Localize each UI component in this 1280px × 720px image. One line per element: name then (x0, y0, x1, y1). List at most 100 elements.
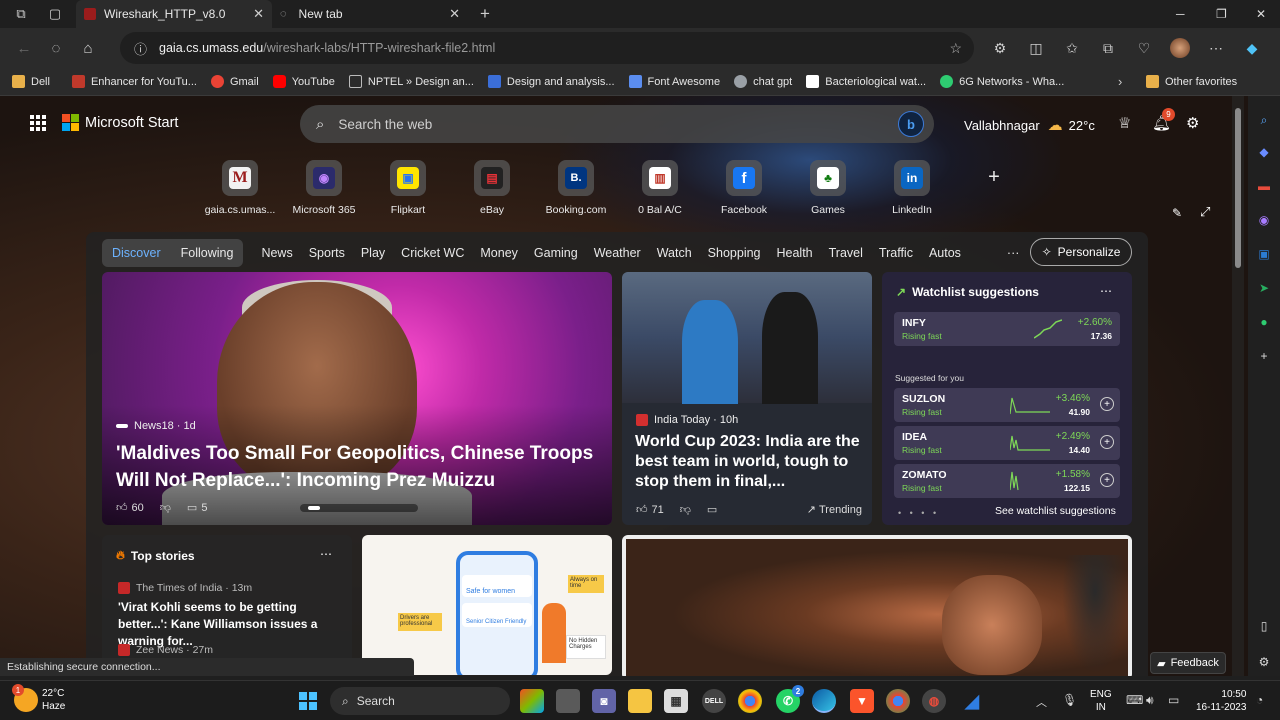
settings-gear-icon[interactable]: ⚙ (1186, 114, 1199, 132)
quicklink-linkedin[interactable]: in LinkedIn (872, 160, 952, 216)
add-stock-icon[interactable]: + (1100, 397, 1114, 411)
nav-traffic[interactable]: Traffic (879, 246, 913, 260)
volume-icon[interactable]: 🔊︎ (1146, 693, 1154, 708)
bookmark-chatgpt[interactable]: chat gpt (734, 75, 792, 88)
weather-taskbar-widget[interactable]: 1 22°C Haze (12, 684, 65, 713)
tab-new-tab[interactable]: ◌ New tab ✕ (272, 0, 468, 28)
task-view-icon[interactable] (556, 689, 580, 713)
comment-icon[interactable]: ▭ (187, 501, 197, 514)
like-icon[interactable]: 👍︎ (636, 503, 648, 516)
home-icon[interactable]: ⌂ (72, 32, 104, 64)
nav-money[interactable]: Money (480, 246, 518, 260)
outlook-icon[interactable]: ▣ (1254, 244, 1274, 264)
nav-cricket-wc[interactable]: Cricket WC (401, 246, 464, 260)
story-headline[interactable]: 'Virat Kohli seems to be getting better.… (118, 599, 344, 650)
bookmark-dell[interactable]: Dell (12, 75, 50, 88)
stop-loading-icon[interactable]: ◌ (40, 32, 72, 64)
chrome-icon[interactable] (738, 689, 762, 713)
favorites-icon[interactable]: ✩ (1054, 32, 1090, 64)
ms-start-logo[interactable]: Microsoft Start (30, 114, 178, 131)
bookmark-6g-networks[interactable]: 6G Networks - Wha... (940, 75, 1064, 88)
info-icon[interactable]: ⓘ (134, 39, 147, 58)
pager-dots[interactable]: • • • • (898, 508, 939, 518)
tab-wireshark[interactable]: Wireshark_HTTP_v8.0 ✕ (76, 0, 272, 28)
movie-promo-card[interactable] (622, 535, 1132, 676)
address-bar[interactable]: ⓘ gaia.cs.umass.edu/wireshark-labs/HTTP-… (120, 32, 974, 64)
feedback-button[interactable]: ▰ Feedback (1150, 652, 1226, 674)
send-icon[interactable]: ➤ (1254, 278, 1274, 298)
tools-icon[interactable]: ▬ (1254, 176, 1274, 196)
workspaces-icon[interactable]: ⧉ (10, 3, 32, 25)
clock[interactable]: 10:50 16-11-2023 (1196, 688, 1246, 714)
close-tab-icon[interactable]: ✕ (253, 6, 264, 22)
watchlist-row[interactable]: ZOMATO Rising fast +1.58% 122.15 + (894, 464, 1120, 498)
quicklink-games[interactable]: ♣ Games (788, 160, 868, 216)
taskbar-search[interactable]: ⌕ Search (330, 687, 510, 715)
wc-headline[interactable]: World Cup 2023: India are the best team … (635, 432, 863, 492)
hero-headline[interactable]: 'Maldives Too Small For Geopolitics, Chi… (116, 440, 600, 494)
more-categories-icon[interactable]: ··· (1007, 246, 1020, 260)
minimize-icon[interactable]: ─ (1176, 0, 1185, 28)
quicklink-flipkart[interactable]: ▣ Flipkart (368, 160, 448, 216)
dislike-icon[interactable]: 👎︎ (160, 501, 171, 514)
app-icon[interactable]: ◢ (960, 689, 984, 713)
web-search-box[interactable]: ⌕ Search the web b (300, 105, 934, 143)
notifications-icon[interactable]: 🔔︎ 9 (1152, 108, 1175, 132)
page-scrollbar[interactable] (1232, 96, 1244, 676)
chevron-up-icon[interactable]: ︿ (1036, 694, 1047, 710)
edge-icon[interactable] (812, 689, 836, 713)
bookmark-youtube[interactable]: YouTube (272, 75, 335, 88)
bookmark-font-awesome[interactable]: Font Awesome (628, 75, 720, 88)
tag-icon[interactable]: ◆ (1254, 142, 1274, 162)
add-quicklink-button[interactable]: + (954, 166, 1034, 189)
ad-card[interactable]: Safe for women Senior Citizen Friendly A… (362, 535, 612, 675)
sidebar-layout-icon[interactable]: ▯ (1254, 616, 1274, 636)
quicklink-booking[interactable]: B. Booking.com (536, 160, 616, 216)
nav-health[interactable]: Health (777, 246, 813, 260)
scroll-thumb[interactable] (1235, 108, 1241, 268)
search-icon[interactable]: ⌕ (1254, 110, 1274, 130)
collections-icon[interactable]: ⧉ (1090, 32, 1126, 64)
whatsapp-icon[interactable]: ✆ 2 (776, 685, 804, 713)
comment-icon[interactable]: ▭ (707, 503, 717, 516)
nav-autos[interactable]: Autos (929, 246, 961, 260)
nav-play[interactable]: Play (361, 246, 385, 260)
extensions-icon[interactable]: ⚙ (982, 32, 1018, 64)
bing-icon[interactable]: b (898, 111, 924, 137)
dislike-icon[interactable]: 👎︎ (680, 503, 691, 516)
notification-center-icon[interactable]: ◔ (1256, 693, 1263, 707)
bookmark-design-analysis[interactable]: Design and analysis... (487, 75, 615, 88)
quicklink-microsoft-365[interactable]: ◉ Microsoft 365 (284, 160, 364, 216)
m365-icon[interactable]: ◉ (1254, 210, 1274, 230)
network-icon[interactable]: ⌨ (1126, 693, 1143, 707)
profile-avatar[interactable] (1162, 32, 1198, 64)
browser-essentials-icon[interactable]: ♡ (1126, 32, 1162, 64)
sidebar-settings-icon[interactable]: ⚙ (1254, 652, 1274, 672)
copilot-app-icon[interactable] (520, 689, 544, 713)
split-screen-icon[interactable]: ◫ (1018, 32, 1054, 64)
microphone-icon[interactable]: 🎙︎ (1062, 693, 1077, 707)
language-indicator[interactable]: ENG IN (1090, 688, 1112, 714)
nav-sports[interactable]: Sports (309, 246, 345, 260)
quicklink-facebook[interactable]: f Facebook (704, 160, 784, 216)
chrome-profile-icon[interactable] (886, 689, 910, 713)
nav-news[interactable]: News (261, 246, 292, 260)
file-explorer-icon[interactable] (628, 689, 652, 713)
chat-icon[interactable]: ◙ (592, 689, 616, 713)
quicklink-zero-bal[interactable]: ▥ 0 Bal A/C (620, 160, 700, 216)
tree-icon[interactable]: ● (1254, 312, 1274, 332)
add-sidebar-icon[interactable]: + (1254, 346, 1274, 366)
nav-travel[interactable]: Travel (829, 246, 863, 260)
app-icon[interactable]: ◍ (922, 689, 946, 713)
close-tab-icon[interactable]: ✕ (449, 6, 460, 22)
tab-actions-icon[interactable]: ▢ (44, 3, 66, 25)
nav-shopping[interactable]: Shopping (708, 246, 761, 260)
expand-icon[interactable]: ⤢ (1200, 204, 1210, 220)
tab-following[interactable]: Following (171, 246, 244, 260)
more-icon[interactable]: ⋯ (320, 547, 332, 561)
hero-news-card[interactable]: News18 · 1d 'Maldives Too Small For Geop… (102, 272, 612, 525)
back-icon[interactable]: ← (8, 32, 40, 64)
nav-weather[interactable]: Weather (594, 246, 641, 260)
add-stock-icon[interactable]: + (1100, 435, 1114, 449)
bookmark-gmail[interactable]: Gmail (210, 75, 259, 88)
